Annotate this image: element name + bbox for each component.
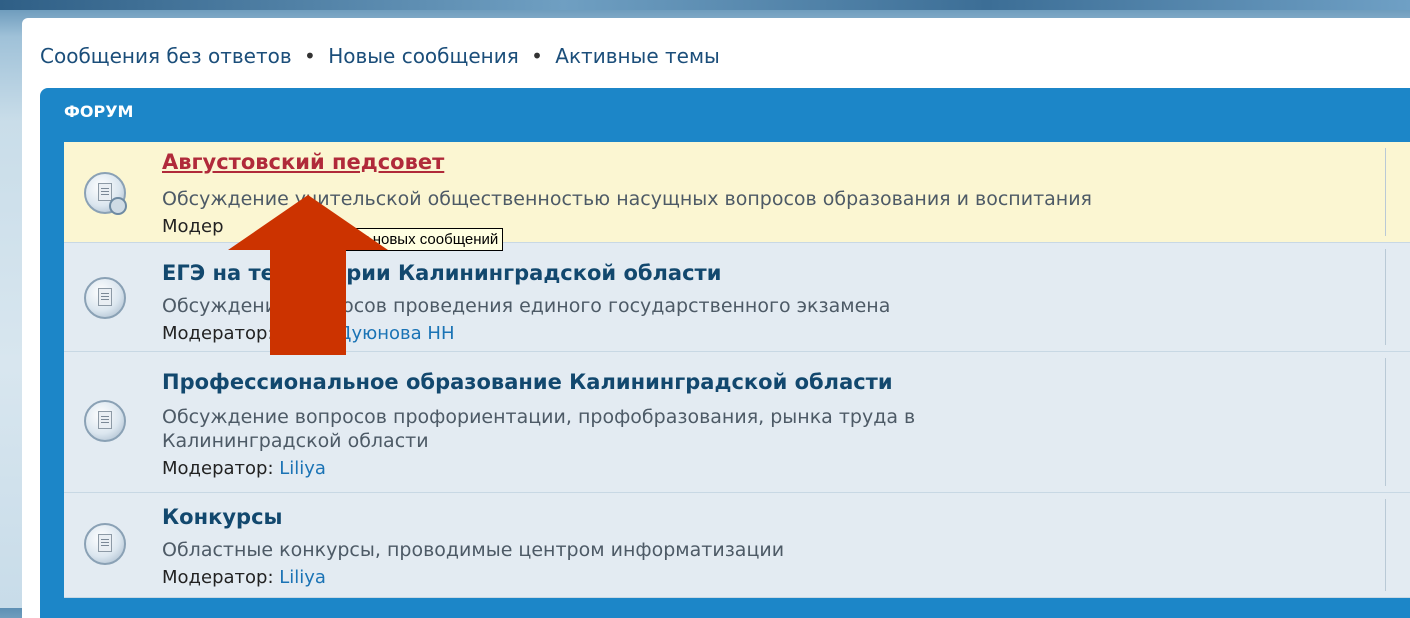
link-unanswered[interactable]: Сообщения без ответов	[40, 44, 292, 68]
forum-read-icon	[84, 400, 126, 442]
top-banner	[0, 0, 1410, 10]
quick-links: Сообщения без ответов • Новые сообщения …	[40, 44, 720, 68]
link-new-posts[interactable]: Новые сообщения	[328, 44, 519, 68]
moderator-label: Модератор:	[162, 567, 274, 588]
forum-read-icon	[84, 277, 126, 319]
moderator-line: Модератор: Liliya	[162, 458, 326, 479]
stats-cell	[1385, 499, 1410, 591]
forum-read-icon	[84, 172, 127, 215]
moderator-label: Модератор:	[162, 458, 274, 479]
moderator-line: Модератор: Liliya	[162, 567, 326, 588]
link-active-topics[interactable]: Активные темы	[555, 44, 720, 68]
moderator-link[interactable]: Liliya	[279, 567, 326, 588]
forum-title-link[interactable]: Августовский педсовет	[162, 150, 444, 174]
forum-description: Обсуждение вопросов профориентации, проф…	[162, 406, 916, 428]
moderator-label: Модер	[162, 216, 224, 237]
forum-row: Профессиональное образование Калининград…	[64, 352, 1410, 493]
stats-cell	[1385, 148, 1410, 236]
forum-description: Областные конкурсы, проводимые центром и…	[162, 539, 785, 561]
red-up-arrow-icon	[228, 195, 388, 355]
forum-header: ФОРУМ	[64, 102, 134, 121]
separator: •	[304, 44, 316, 68]
stats-cell	[1385, 249, 1410, 345]
moderator-link[interactable]: Liliya	[279, 458, 326, 479]
separator: •	[531, 44, 543, 68]
forum-title-link[interactable]: Конкурсы	[162, 505, 283, 529]
forum-read-icon	[84, 523, 126, 565]
stats-cell	[1385, 358, 1410, 486]
forum-row: Конкурсы Областные конкурсы, проводимые …	[64, 493, 1410, 598]
forum-title-link[interactable]: Профессиональное образование Калининград…	[162, 370, 893, 394]
forum-description: Калининградской области	[162, 430, 429, 452]
